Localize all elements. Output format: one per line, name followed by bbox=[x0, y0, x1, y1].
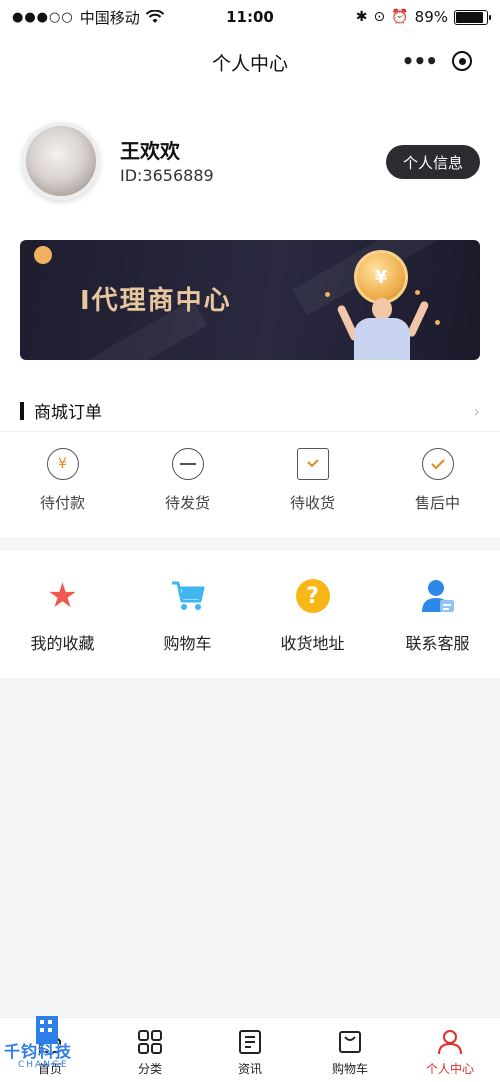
order-label: 待发货 bbox=[164, 494, 210, 512]
user-name: 王欢欢 bbox=[120, 139, 180, 163]
order-label: 待付款 bbox=[39, 494, 85, 512]
agent-center-banner[interactable]: I代理商中心 ¥ bbox=[20, 240, 480, 360]
section-marker bbox=[20, 401, 24, 420]
rotation-lock-icon: ⊙ bbox=[373, 9, 386, 25]
tab-label: 个人中心 bbox=[425, 1062, 474, 1076]
user-icon bbox=[436, 1028, 464, 1056]
avatar[interactable] bbox=[22, 122, 100, 200]
tab-label: 购物车 bbox=[331, 1062, 368, 1076]
banner-title: I代理商中心 bbox=[80, 286, 232, 316]
sparkle-icon bbox=[435, 320, 440, 325]
wifi-icon bbox=[145, 10, 164, 23]
order-label: 待收货 bbox=[289, 494, 335, 512]
feature-label: 购物车 bbox=[163, 634, 212, 653]
bag-icon bbox=[336, 1028, 364, 1056]
tab-label: 分类 bbox=[137, 1062, 162, 1076]
tab-cart[interactable]: 购物车 bbox=[300, 1018, 400, 1082]
cart-entry[interactable]: 购物车 bbox=[125, 551, 250, 678]
status-left: ●●●○○ 中国移动 bbox=[12, 7, 192, 28]
battery-fill bbox=[456, 11, 483, 23]
status-time: 11:00 bbox=[226, 8, 274, 26]
personal-info-button[interactable]: 个人信息 bbox=[386, 145, 480, 179]
person-body bbox=[354, 318, 410, 360]
status-bar: ●●●○○ 中国移动 11:00 ✱ ⊙ ⏰ 89% bbox=[0, 0, 500, 34]
profile-section: 王欢欢 ID:3656889 个人信息 I代理商中心 ¥ 商城订单 › ¥ 待付… bbox=[0, 90, 500, 537]
more-dots-icon[interactable]: ••• bbox=[402, 49, 438, 73]
tab-label: 资讯 bbox=[237, 1062, 262, 1076]
signal-icon: ●●●○○ bbox=[12, 9, 74, 25]
minus-circle-icon bbox=[171, 448, 204, 480]
star-icon: ★ bbox=[47, 576, 78, 616]
customer-service-entry[interactable]: 联系客服 bbox=[375, 551, 500, 678]
feature-label: 我的收藏 bbox=[30, 634, 95, 653]
banner-dot bbox=[34, 246, 52, 264]
nav-bar: 个人中心 ••• bbox=[0, 34, 500, 90]
user-card-icon bbox=[420, 578, 456, 614]
page-title: 个人中心 bbox=[211, 52, 288, 75]
status-right: ✱ ⊙ ⏰ 89% bbox=[308, 8, 491, 26]
feature-label: 收货地址 bbox=[280, 634, 345, 653]
alarm-icon: ⏰ bbox=[391, 9, 409, 25]
mall-orders-title: 商城订单 bbox=[34, 403, 102, 423]
chevron-right-icon: › bbox=[473, 402, 480, 421]
battery-icon bbox=[454, 9, 491, 25]
address-entry[interactable]: ? 收货地址 bbox=[250, 551, 375, 678]
order-after-sales[interactable]: 售后中 bbox=[375, 442, 500, 532]
order-status-row: ¥ 待付款 待发货 待收货 售后中 bbox=[0, 442, 500, 532]
watermark-text: 千钧科技 bbox=[4, 1042, 73, 1061]
grid-icon bbox=[136, 1028, 164, 1056]
order-pending-shipment[interactable]: 待发货 bbox=[125, 442, 250, 532]
target-circle-icon[interactable] bbox=[452, 51, 473, 71]
news-icon bbox=[236, 1028, 264, 1056]
feature-grid: ★ 我的收藏 购物车 ? 收货地址 联系客服 bbox=[0, 551, 500, 678]
tab-news[interactable]: 资讯 bbox=[200, 1018, 300, 1082]
feature-label: 联系客服 bbox=[405, 634, 470, 653]
mini-program-capsule: ••• bbox=[394, 44, 480, 78]
mall-orders-header[interactable]: 商城订单 › bbox=[0, 390, 500, 432]
check-circle-icon bbox=[421, 448, 454, 480]
bluetooth-icon: ✱ bbox=[355, 9, 368, 25]
sparkle-icon bbox=[415, 290, 420, 295]
order-label: 售后中 bbox=[414, 494, 460, 512]
watermark-subtext: CHANGE bbox=[18, 1060, 69, 1070]
watermark-logo: 千钧科技 CHANGE bbox=[4, 1012, 86, 1078]
battery-percent: 89% bbox=[414, 8, 448, 26]
coin-icon: ¥ bbox=[354, 250, 408, 304]
tab-category[interactable]: 分类 bbox=[100, 1018, 200, 1082]
yen-circle-icon: ¥ bbox=[46, 448, 79, 480]
cart-icon bbox=[170, 578, 206, 614]
tab-profile[interactable]: 个人中心 bbox=[400, 1018, 500, 1082]
order-pending-receipt[interactable]: 待收货 bbox=[250, 442, 375, 532]
sparkle-icon bbox=[325, 292, 330, 297]
order-pending-payment[interactable]: ¥ 待付款 bbox=[0, 442, 125, 532]
carrier-label: 中国移动 bbox=[79, 8, 140, 27]
user-id: ID:3656889 bbox=[120, 166, 214, 185]
person-head bbox=[372, 298, 392, 320]
inbox-check-icon bbox=[296, 448, 329, 480]
favorites-entry[interactable]: ★ 我的收藏 bbox=[0, 551, 125, 678]
question-icon: ? bbox=[295, 578, 331, 614]
